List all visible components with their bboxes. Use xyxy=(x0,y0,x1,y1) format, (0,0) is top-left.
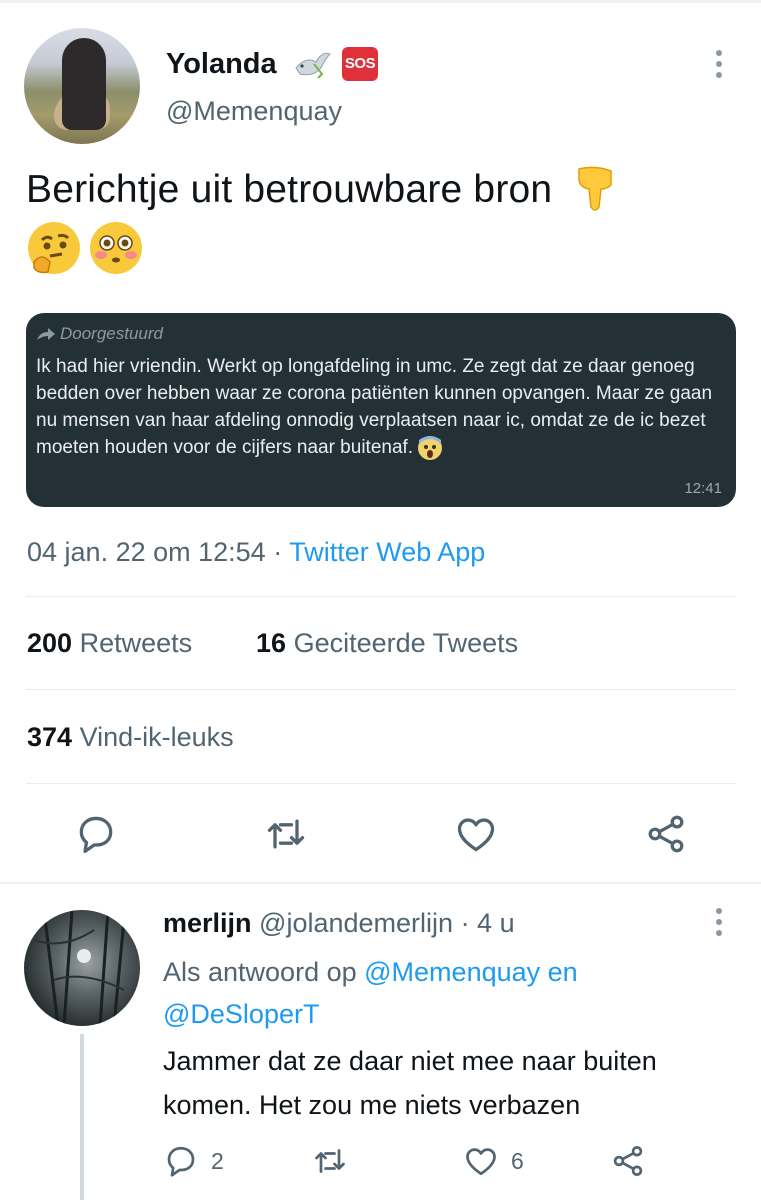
reply-author-handle[interactable]: @jolandemerlijn xyxy=(259,908,453,938)
dove-icon xyxy=(295,52,331,79)
forwarded-text-content: Ik had hier vriendin. Werkt op longafdel… xyxy=(36,356,713,458)
likes-count: 374 xyxy=(27,722,73,752)
likes-label: Vind-ik-leuks xyxy=(79,722,234,752)
author-avatar[interactable] xyxy=(24,28,140,144)
like-icon xyxy=(457,818,495,852)
replying-and: en xyxy=(547,957,578,987)
meta-dot: · xyxy=(273,537,283,567)
reply-share-button[interactable] xyxy=(610,1143,646,1179)
retweet-icon xyxy=(315,1149,345,1173)
avatar-forest-image xyxy=(33,910,126,1026)
forwarded-time: 12:41 xyxy=(684,480,722,497)
reply-text: Jammer dat ze daar niet mee naar buiten … xyxy=(163,1046,657,1120)
retweet-icon xyxy=(267,819,305,849)
tweet-source[interactable]: Twitter Web App xyxy=(289,537,485,567)
quotes-label: Geciteerde Tweets xyxy=(293,628,519,658)
author-name[interactable]: Yolanda xyxy=(166,46,277,82)
thread-divider xyxy=(0,882,761,884)
replying-user-link[interactable]: @DeSloperT xyxy=(163,999,319,1029)
reply-author-avatar[interactable] xyxy=(24,910,140,1026)
divider xyxy=(26,783,736,784)
reply-button[interactable] xyxy=(74,812,118,856)
flushed-face-icon xyxy=(90,222,143,274)
tweet-meta: 04 jan. 22 om 12:54 · Twitter Web App xyxy=(27,535,485,569)
reply-retweet-button[interactable] xyxy=(312,1143,348,1179)
replying-user-link[interactable]: @Memenquay xyxy=(364,957,540,987)
quotes-count: 16 xyxy=(256,628,287,658)
share-icon xyxy=(648,815,684,853)
replying-prefix: Als antwoord op xyxy=(163,957,357,987)
replying-to: Als antwoord op @Memenquay en @DeSloperT xyxy=(163,951,723,1035)
divider xyxy=(26,689,736,690)
forwarded-label: Doorgestuurd xyxy=(60,324,164,343)
reply-count: 2 xyxy=(211,1147,224,1174)
retweets-stat[interactable]: 200 Retweets xyxy=(27,626,192,660)
screaming-face-icon xyxy=(418,435,443,460)
like-icon xyxy=(466,1148,496,1176)
reply-more-icon[interactable] xyxy=(714,908,724,940)
reply-like-button[interactable]: 6 xyxy=(463,1143,524,1179)
share-icon xyxy=(613,1146,643,1176)
divider xyxy=(26,596,736,597)
retweets-label: Retweets xyxy=(79,628,193,658)
retweets-count: 200 xyxy=(27,628,73,658)
author-handle[interactable]: @Memenquay xyxy=(166,94,342,128)
more-icon[interactable] xyxy=(714,50,724,82)
pointing-down-icon xyxy=(578,166,613,211)
forwarded-text: Ik had hier vriendin. Werkt op longafdel… xyxy=(36,353,726,461)
thread-line xyxy=(80,1034,84,1200)
share-button[interactable] xyxy=(644,812,688,856)
top-divider xyxy=(0,0,761,3)
likes-stat[interactable]: 374 Vind-ik-leuks xyxy=(27,720,234,754)
reply-header: merlijn @jolandemerlijn · 4 u xyxy=(163,905,515,941)
reply-reply-button[interactable]: 2 xyxy=(163,1143,224,1179)
reply-time[interactable]: · 4 u xyxy=(461,908,515,938)
tweet-date[interactable]: 04 jan. 22 om 12:54 xyxy=(27,537,266,567)
reply-icon xyxy=(79,816,113,854)
tweet-text-content: Berichtje uit betrouwbare bron xyxy=(26,168,553,211)
retweet-button[interactable] xyxy=(264,812,308,856)
avatar-person xyxy=(62,38,106,130)
reply-icon xyxy=(167,1146,195,1177)
like-count: 6 xyxy=(511,1147,524,1174)
reply-author-name[interactable]: merlijn xyxy=(163,908,252,938)
sos-icon: SOS xyxy=(342,47,378,81)
thinking-face-icon xyxy=(28,222,80,274)
forward-arrow-icon xyxy=(37,328,55,340)
forwarded-message-image[interactable]: Doorgestuurd Ik had hier vriendin. Werkt… xyxy=(26,313,736,507)
like-button[interactable] xyxy=(454,812,498,856)
emoji-row xyxy=(28,222,148,279)
quotes-stat[interactable]: 16 Geciteerde Tweets xyxy=(256,626,518,660)
tweet-text: Berichtje uit betrouwbare bron xyxy=(26,163,736,217)
